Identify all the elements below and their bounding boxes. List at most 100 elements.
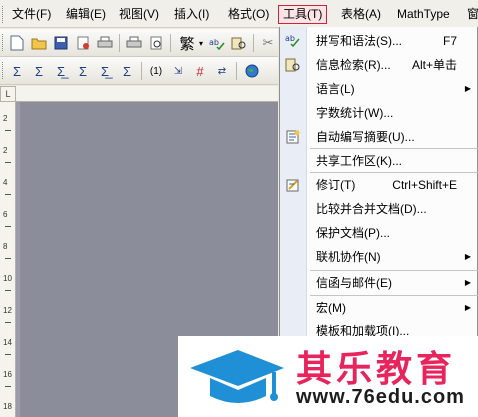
toolbar-grip[interactable]: [2, 34, 5, 51]
svg-text:ab: ab: [209, 38, 219, 47]
ruler-tick: [5, 322, 11, 323]
menu-tools[interactable]: 工具(T): [278, 5, 328, 24]
menu-item-shortcut: Ctrl+Shift+E: [392, 178, 457, 192]
menu-item-spelling[interactable]: ab 拼写和语法(S)... F7: [280, 29, 478, 53]
watermark-url: www.76edu.com: [296, 386, 465, 408]
spelling-check-icon: ab: [285, 33, 301, 49]
toolbar-grip[interactable]: [2, 62, 5, 79]
submenu-arrow-icon: ▶: [464, 84, 471, 93]
ruler-number: 10: [3, 274, 12, 283]
menu-view[interactable]: 视图(V): [115, 5, 163, 24]
ruler-tick: [5, 258, 11, 259]
submenu-arrow-icon: ▶: [464, 252, 471, 261]
math-icon[interactable]: #: [190, 61, 210, 81]
ruler-tick: [5, 386, 11, 387]
menu-item-track-changes[interactable]: 修订(T) Ctrl+Shift+E: [280, 173, 478, 197]
menu-item-label: 比较并合并文档(D)...: [316, 202, 427, 216]
sum-icon[interactable]: Σ̲: [51, 61, 71, 81]
numbered-equation-icon[interactable]: (1): [146, 61, 166, 81]
cut-icon[interactable]: ✂: [258, 33, 278, 53]
toolbar-separator: [253, 34, 254, 52]
menu-item-word-count[interactable]: 字数统计(W)...: [280, 101, 478, 125]
ruler-number: 2: [3, 114, 8, 123]
sum-icon[interactable]: Σ: [117, 61, 137, 81]
menu-bar-grip[interactable]: [2, 6, 5, 23]
track-changes-icon: [285, 177, 301, 193]
open-icon[interactable]: [29, 33, 49, 53]
watermark-title: 其乐教育: [296, 349, 457, 390]
ruler-tick: [5, 162, 11, 163]
submenu-arrow-icon: ▶: [464, 303, 471, 312]
sum-icon[interactable]: Σ: [29, 61, 49, 81]
ruler-number: 6: [3, 210, 8, 219]
menu-item-language[interactable]: 语言(L) ▶: [280, 77, 478, 101]
menu-item-label: 宏(M): [316, 301, 346, 315]
ruler-tick: [5, 226, 11, 227]
insert-equation-icon[interactable]: ⇲: [168, 61, 188, 81]
menu-item-label: 保护文档(P)...: [316, 226, 390, 240]
spelling-icon[interactable]: ab: [207, 33, 227, 53]
print-icon[interactable]: [95, 33, 115, 53]
sum-icon[interactable]: Σ̲: [95, 61, 115, 81]
ruler-number: 8: [3, 242, 8, 251]
new-icon[interactable]: [7, 33, 27, 53]
sum-icon[interactable]: Σ: [73, 61, 93, 81]
ruler-number: 16: [3, 370, 12, 379]
menu-item-label: 信息检索(R)...: [316, 58, 391, 72]
graduation-cap-icon: [186, 346, 286, 411]
toolbar-separator: [236, 62, 237, 80]
ruler-tick: [5, 130, 11, 131]
save-icon[interactable]: [51, 33, 71, 53]
page-edge: [16, 102, 20, 417]
ruler-number: 12: [3, 306, 12, 315]
menu-item-compare-merge[interactable]: 比较并合并文档(D)...: [280, 197, 478, 221]
menu-item-label: 共享工作区(K)...: [316, 154, 402, 168]
menu-item-label: 修订(T): [316, 178, 356, 192]
menu-item-research[interactable]: 信息检索(R)... Alt+单击: [280, 53, 478, 77]
menu-item-label: 字数统计(W)...: [316, 106, 394, 120]
svg-text:ab: ab: [285, 34, 295, 43]
menu-item-label: 联机协作(N): [316, 250, 381, 264]
menu-item-shortcut: Alt+单击: [411, 58, 457, 72]
traditional-chinese-icon[interactable]: 繁: [176, 33, 198, 53]
menu-item-autosummarize[interactable]: 自动编写摘要(U)...: [280, 125, 478, 149]
menu-window[interactable]: 窗: [463, 5, 478, 24]
ruler-number: 14: [3, 338, 12, 347]
menu-format[interactable]: 格式(O): [224, 5, 273, 24]
math-icon[interactable]: ⇄: [212, 61, 232, 81]
menu-item-macro[interactable]: 宏(M) ▶: [280, 296, 478, 320]
menu-bar: 文件(F) 编辑(E) 视图(V) 插入(I) 格式(O) 工具(T) 表格(A…: [0, 0, 478, 28]
ruler-tick: [5, 194, 11, 195]
ruler-tab-selector[interactable]: L: [0, 86, 16, 102]
research-icon: [285, 57, 301, 73]
menu-file[interactable]: 文件(F): [8, 5, 55, 24]
submenu-arrow-icon: ▶: [464, 278, 471, 287]
toolbar-separator: [119, 34, 120, 52]
sum-icon[interactable]: Σ: [7, 61, 27, 81]
menu-item-shortcut: F7: [442, 34, 457, 48]
research-icon[interactable]: [229, 33, 249, 53]
menu-insert[interactable]: 插入(I): [170, 5, 213, 24]
menu-item-shared-workspace[interactable]: 共享工作区(K)...: [280, 149, 478, 173]
ruler-number: 18: [3, 402, 12, 411]
menu-edit[interactable]: 编辑(E): [62, 5, 110, 24]
ruler-tick: [5, 354, 11, 355]
menu-mathtype[interactable]: MathType: [393, 5, 454, 24]
chevron-down-icon[interactable]: ▾: [197, 33, 205, 53]
menu-table[interactable]: 表格(A): [337, 5, 385, 24]
standard-toolbar: 繁 ▾ ab ✂: [0, 29, 278, 57]
mathtype-toolbar: Σ Σ Σ̲ Σ Σ̲ Σ (1) ⇲ # ⇄: [0, 57, 278, 85]
permission-icon[interactable]: [73, 33, 93, 53]
ruler-number: 4: [3, 178, 8, 187]
menu-item-label: 信函与邮件(E): [316, 276, 392, 290]
menu-item-label: 拼写和语法(S)...: [316, 34, 402, 48]
menu-item-protect-document[interactable]: 保护文档(P)...: [280, 221, 478, 245]
print-preview-icon[interactable]: [146, 33, 166, 53]
vertical-ruler[interactable]: 2 2 4 6 8 10 12 14 16 18: [0, 102, 16, 417]
menu-item-online-collaboration[interactable]: 联机协作(N) ▶: [280, 245, 478, 269]
globe-icon[interactable]: [242, 61, 262, 81]
horizontal-ruler[interactable]: [16, 86, 278, 102]
menu-item-letters-mailings[interactable]: 信函与邮件(E) ▶: [280, 271, 478, 295]
print-preview-icon[interactable]: [124, 33, 144, 53]
autosummarize-icon: [285, 129, 301, 145]
